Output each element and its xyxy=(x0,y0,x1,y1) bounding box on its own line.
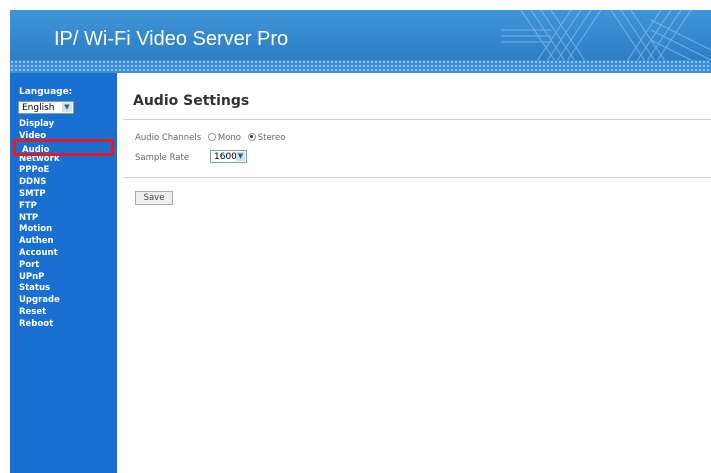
sample-rate-label: Sample Rate xyxy=(135,153,190,163)
page-title: Audio Settings xyxy=(133,93,250,109)
sidebar-item-status[interactable]: Status xyxy=(10,283,117,295)
chevron-down-icon: ▼ xyxy=(62,103,72,112)
stereo-label: Stereo xyxy=(257,133,286,143)
language-value: English xyxy=(22,103,55,113)
app-title: IP/ Wi-Fi Video Server Pro xyxy=(54,28,289,50)
audio-channels-row: Audio Channels Mono Stereo xyxy=(135,132,286,143)
save-button[interactable]: Save xyxy=(135,191,173,205)
main-content: Audio Settings Audio Channels Mono Stere… xyxy=(117,73,711,473)
form-divider xyxy=(123,177,711,178)
stereo-radio[interactable] xyxy=(247,132,256,141)
sidebar-item-reset[interactable]: Reset xyxy=(10,307,117,319)
sidebar-item-account[interactable]: Account xyxy=(10,248,117,260)
sidebar-item-ftp[interactable]: FTP xyxy=(10,201,117,213)
sidebar-item-port[interactable]: Port xyxy=(10,260,117,272)
sample-rate-select[interactable]: 16000 ▼ xyxy=(210,150,247,163)
mono-label: Mono xyxy=(217,133,242,143)
sidebar-item-upnp[interactable]: UPnP xyxy=(10,272,117,284)
sample-rate-row: Sample Rate 16000 ▼ xyxy=(135,150,265,167)
chevron-down-icon: ▼ xyxy=(236,152,245,161)
sidebar-item-upgrade[interactable]: Upgrade xyxy=(10,295,117,307)
sidebar-item-reboot[interactable]: Reboot xyxy=(10,319,117,331)
language-select[interactable]: English ▼ xyxy=(18,101,74,114)
sidebar-item-motion[interactable]: Motion xyxy=(10,224,117,236)
sidebar-menu: Display Video Audio Network PPPoE DDNS S… xyxy=(10,119,117,331)
sidebar-item-ddns[interactable]: DDNS xyxy=(10,177,117,189)
sidebar-item-audio[interactable]: Audio xyxy=(13,138,114,156)
sidebar-item-authen[interactable]: Authen xyxy=(10,236,117,248)
sidebar-item-display[interactable]: Display xyxy=(10,119,117,131)
audio-channels-label: Audio Channels xyxy=(135,133,202,143)
language-label: Language: xyxy=(19,87,73,97)
header-divider xyxy=(10,60,711,73)
sidebar: Language: English ▼ Display Video Audio … xyxy=(10,73,117,473)
title-divider xyxy=(123,119,711,120)
mono-radio[interactable] xyxy=(207,132,216,141)
sidebar-item-ntp[interactable]: NTP xyxy=(10,213,117,225)
sidebar-item-smtp[interactable]: SMTP xyxy=(10,189,117,201)
sidebar-item-pppoe[interactable]: PPPoE xyxy=(10,165,117,177)
